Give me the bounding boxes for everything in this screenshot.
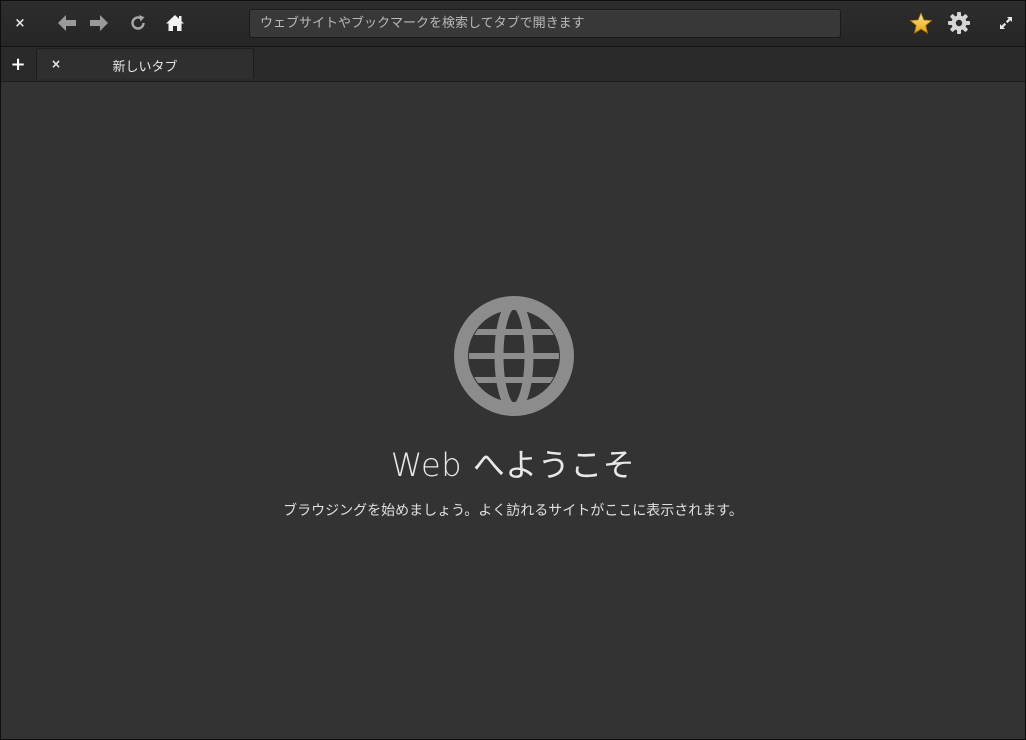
new-tab-page: Web へようこそ ブラウジングを始めましょう。よく訪れるサイトがここに表示され…: [1, 82, 1025, 739]
tab-bar: + × 新しいタブ: [1, 47, 1025, 82]
bookmarks-button[interactable]: [908, 10, 934, 36]
forward-arrow-icon: [90, 15, 108, 31]
back-button[interactable]: [54, 10, 80, 36]
fullscreen-button[interactable]: [993, 10, 1019, 36]
reload-button[interactable]: [125, 10, 151, 36]
search-input[interactable]: [250, 10, 840, 37]
header-bar: ×: [1, 1, 1025, 47]
fullscreen-icon: [1000, 17, 1012, 29]
url-search-bar[interactable]: [249, 9, 841, 38]
globe-icon: [454, 296, 574, 416]
close-window-button[interactable]: ×: [7, 10, 33, 36]
back-arrow-icon: [58, 15, 76, 31]
new-tab-button[interactable]: +: [7, 53, 29, 75]
forward-button[interactable]: [86, 10, 112, 36]
welcome-subtitle: ブラウジングを始めましょう。よく訪れるサイトがここに表示されます。: [283, 503, 743, 519]
tab-title: 新しいタブ: [112, 60, 178, 75]
gear-icon: [948, 12, 970, 34]
reload-icon: [131, 15, 145, 30]
welcome-title: Web へようこそ: [390, 446, 636, 484]
home-button[interactable]: [162, 10, 188, 36]
settings-button[interactable]: [946, 10, 972, 36]
browser-window: × ウェブサイトやブックマークを検索してタブで開きます + × 新しいタブ We…: [0, 0, 1026, 740]
home-icon: [166, 15, 184, 31]
tab-new-tab[interactable]: × 新しいタブ: [36, 48, 254, 79]
star-icon: [909, 11, 933, 34]
